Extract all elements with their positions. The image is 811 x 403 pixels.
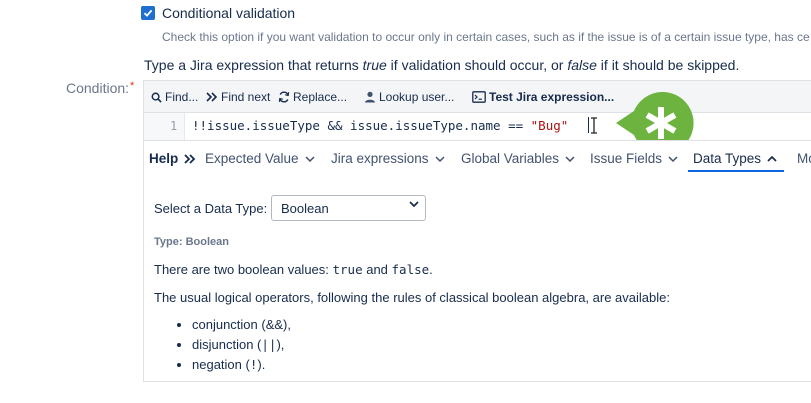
intro-prefix: There are two boolean values: — [154, 262, 333, 277]
operators-text: The usual logical operators, following t… — [154, 290, 670, 305]
help-title[interactable]: Help — [149, 151, 178, 166]
chevron-down-icon — [565, 155, 575, 162]
checkmark-icon — [143, 9, 153, 17]
expression-instruction: Type a Jira expression that returns true… — [144, 57, 739, 73]
operator-disjunction-suffix: ), — [276, 337, 285, 352]
double-chevron-right-icon[interactable] — [184, 154, 196, 164]
find-label: Find... — [165, 90, 199, 104]
code-expression: !!issue.issueType && issue.issueType.nam… — [192, 118, 531, 133]
tab-jira-expressions[interactable]: Jira expressions — [331, 151, 445, 166]
text-cursor-icon — [591, 117, 597, 134]
tab-label: Issue Fields — [590, 151, 663, 166]
line-gutter — [144, 113, 185, 140]
tab-expected-value[interactable]: Expected Value — [205, 151, 315, 166]
chevron-up-icon — [767, 155, 777, 162]
data-type-selected-value: Boolean — [281, 201, 329, 216]
required-asterisk: * — [130, 80, 135, 92]
user-icon — [365, 91, 375, 103]
lookup-user-button[interactable]: Lookup user... — [364, 90, 454, 104]
operators-list: conjunction (&&), disjunction (||), nega… — [172, 315, 291, 375]
instruction-suffix: if it should be skipped. — [596, 57, 740, 73]
condition-label-text: Condition: — [66, 80, 130, 96]
operator-negation-suffix: ). — [257, 357, 266, 372]
text-caret — [588, 117, 589, 133]
boolean-values-text: There are two boolean values: true and f… — [154, 262, 433, 277]
operator-negation: negation ( — [192, 357, 250, 372]
code-string-literal: "Bug" — [530, 118, 569, 133]
condition-label: Condition:* — [66, 80, 134, 96]
chevron-down-icon — [668, 155, 678, 162]
data-type-select-label: Select a Data Type: — [154, 201, 268, 216]
terminal-icon — [472, 91, 486, 103]
list-item: negation (!). — [192, 355, 291, 375]
operator-disjunction: disjunction ( — [192, 337, 262, 352]
tab-global-variables[interactable]: Global Variables — [461, 151, 575, 166]
find-next-label: Find next — [221, 90, 271, 104]
conditional-validation-help: Check this option if you want validation… — [162, 30, 810, 44]
instruction-prefix: Type a Jira expression that returns — [144, 57, 363, 73]
tab-data-types[interactable]: Data Types — [693, 151, 777, 166]
data-type-select[interactable]: Boolean — [271, 195, 426, 221]
chevron-down-icon — [409, 201, 419, 208]
tab-label: Jira expressions — [331, 151, 429, 166]
instruction-middle: if validation should occur, or — [386, 57, 568, 73]
intro-and: and — [362, 262, 392, 277]
conditional-validation-checkbox[interactable] — [141, 6, 155, 20]
editor-toolbar: Find... Find next Replace... Lookup user… — [144, 81, 811, 113]
tab-label: Mo — [797, 151, 811, 166]
test-expression-label: Test Jira expression... — [489, 90, 615, 104]
operator-disjunction-symbol: || — [261, 337, 277, 352]
search-icon — [151, 92, 162, 103]
active-tab-indicator — [688, 170, 784, 172]
tab-more[interactable]: Mo — [797, 151, 811, 166]
conditional-validation-label[interactable]: Conditional validation — [162, 5, 295, 21]
test-expression-button[interactable]: Test Jira expression... — [472, 90, 614, 104]
list-item: conjunction (&&), — [192, 315, 291, 335]
double-chevron-right-icon — [206, 92, 218, 102]
tab-label: Expected Value — [205, 151, 299, 166]
replace-button[interactable]: Replace... — [278, 90, 347, 104]
find-button[interactable]: Find... — [151, 90, 198, 104]
list-item: disjunction (||), — [192, 335, 291, 355]
find-next-button[interactable]: Find next — [206, 90, 270, 104]
type-heading: Type: Boolean — [154, 236, 229, 248]
chevron-down-icon — [435, 155, 445, 162]
value-true: true — [332, 262, 363, 277]
line-number: 1 — [170, 119, 178, 133]
intro-suffix: . — [429, 262, 433, 277]
replace-label: Replace... — [293, 90, 348, 104]
replace-icon — [278, 91, 290, 103]
tab-issue-fields[interactable]: Issue Fields — [590, 151, 678, 166]
value-false: false — [391, 262, 430, 277]
lookup-user-label: Lookup user... — [379, 90, 455, 104]
operator-conjunction: conjunction (&&), — [192, 317, 291, 332]
chevron-down-icon — [305, 155, 315, 162]
code-text[interactable]: !!issue.issueType && issue.issueType.nam… — [192, 118, 568, 133]
tab-label: Global Variables — [461, 151, 560, 166]
tab-label: Data Types — [693, 151, 762, 166]
instruction-false: false — [567, 57, 597, 73]
instruction-true: true — [362, 57, 387, 73]
